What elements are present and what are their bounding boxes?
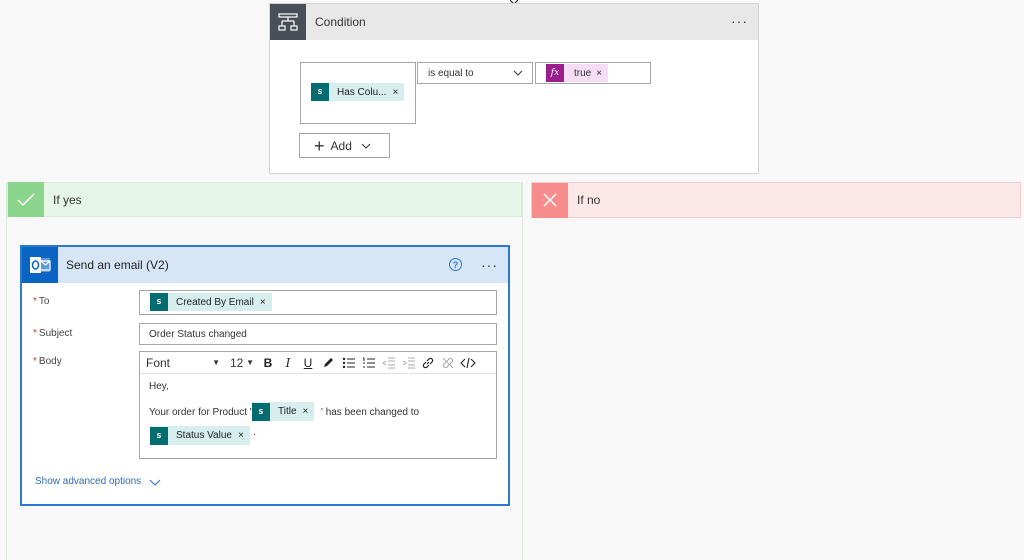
unlink-icon	[442, 357, 454, 368]
created-by-email-token[interactable]: S Created By Email ×	[150, 293, 272, 311]
remove-token-icon[interactable]: ×	[260, 297, 272, 308]
add-button[interactable]: + Add	[299, 133, 390, 158]
body-line-2-suffix: ' has been changed to	[321, 407, 420, 418]
operator-value: is equal to	[428, 67, 474, 79]
decrease-indent-button[interactable]	[378, 353, 398, 373]
subject-input[interactable]: Order Status changed	[139, 323, 497, 345]
pen-icon	[324, 357, 333, 367]
right-operand-input[interactable]: fx true ×	[535, 62, 651, 84]
subject-label-text: Subject	[38, 328, 73, 339]
subject-value: Order Status changed	[149, 329, 247, 340]
outdent-icon	[381, 357, 395, 368]
plus-icon: +	[314, 135, 325, 156]
caret-down-icon: ▼	[212, 358, 220, 367]
status-value-token[interactable]: S Status Value ×	[150, 426, 250, 445]
show-advanced-label: Show advanced options	[35, 476, 142, 487]
token-label: true	[574, 67, 592, 79]
font-select[interactable]: Font ▼	[140, 356, 226, 370]
email-title: Send an email (V2)	[66, 258, 169, 272]
email-header[interactable]: Send an email (V2) ? ···	[22, 247, 508, 283]
if-yes-header[interactable]: If yes	[7, 182, 522, 217]
chevron-down-icon	[149, 479, 161, 486]
check-icon	[8, 182, 44, 217]
sharepoint-icon: S	[311, 83, 329, 101]
token-label: Title	[278, 406, 297, 417]
remove-token-icon[interactable]: ×	[238, 430, 250, 441]
if-no-label: If no	[577, 193, 601, 207]
if-no-header[interactable]: If no	[531, 182, 1021, 218]
numbered-list-button[interactable]	[358, 353, 378, 373]
close-icon	[532, 182, 568, 218]
bold-button[interactable]: B	[258, 353, 278, 373]
token-label: Has Colu...	[337, 86, 387, 98]
link-icon	[422, 357, 434, 368]
to-label-text: To	[38, 296, 50, 307]
add-label: Add	[330, 138, 352, 153]
condition-icon	[270, 4, 306, 40]
body-line-2-prefix: Your order for Product '	[149, 407, 252, 418]
caret-down-icon: ▼	[246, 358, 254, 367]
to-label: * To	[33, 296, 49, 307]
indent-icon	[402, 357, 415, 368]
sharepoint-icon: S	[150, 426, 168, 445]
chevron-down-icon	[361, 143, 371, 149]
fx-icon: fx	[546, 64, 564, 82]
underline-button[interactable]: U	[298, 353, 318, 373]
required-mark: *	[33, 356, 37, 367]
body-label: * Body	[33, 356, 62, 367]
italic-button[interactable]: I	[278, 353, 298, 373]
sharepoint-icon: S	[252, 402, 270, 421]
help-icon[interactable]: ?	[449, 258, 462, 271]
email-more-icon[interactable]: ···	[481, 258, 498, 272]
pen-color-button[interactable]	[318, 353, 338, 373]
insert-link-button[interactable]	[418, 353, 438, 373]
subject-label: * Subject	[33, 328, 72, 339]
title-token[interactable]: S Title ×	[252, 402, 315, 421]
token-label: Status Value	[176, 430, 232, 441]
rich-text-toolbar: Font ▼ 12 ▼ B I U	[140, 352, 496, 374]
send-email-card: Send an email (V2) ? ··· * To S Created B…	[20, 245, 510, 506]
required-mark: *	[33, 328, 37, 339]
code-view-button[interactable]	[458, 353, 478, 373]
font-value: Font	[146, 355, 171, 370]
chevron-down-icon	[513, 70, 523, 76]
required-mark: *	[33, 296, 37, 307]
show-advanced-options-link[interactable]: Show advanced options	[35, 476, 161, 487]
body-editor[interactable]: Font ▼ 12 ▼ B I U Hey, Your order for Pr…	[139, 351, 497, 459]
condition-more-icon[interactable]: ···	[731, 14, 748, 28]
outlook-icon	[22, 247, 58, 283]
body-line-2: Your order for Product ' S Title × ' has…	[149, 389, 489, 421]
remove-token-icon[interactable]: ×	[596, 68, 608, 79]
to-input[interactable]: S Created By Email ×	[139, 290, 497, 315]
left-operand-input[interactable]: S Has Colu... ×	[300, 62, 416, 124]
sharepoint-icon: S	[150, 293, 168, 311]
font-size-value: 12	[230, 355, 244, 370]
body-label-text: Body	[38, 356, 62, 367]
remove-link-button[interactable]	[438, 353, 458, 373]
condition-title: Condition	[315, 15, 366, 29]
bulleted-list-button[interactable]	[338, 353, 358, 373]
condition-header[interactable]: Condition ···	[270, 4, 758, 40]
token-label: Created By Email	[176, 296, 254, 308]
true-expression-token[interactable]: fx true ×	[546, 64, 609, 82]
condition-card: Condition ··· S Has Colu... × is equal t…	[269, 3, 759, 174]
remove-token-icon[interactable]: ×	[303, 406, 315, 417]
if-yes-label: If yes	[53, 192, 82, 207]
numbered-list-icon	[362, 357, 375, 367]
code-icon	[460, 357, 476, 368]
increase-indent-button[interactable]	[398, 353, 418, 373]
operator-select[interactable]: is equal to	[417, 62, 533, 84]
font-size-select[interactable]: 12 ▼	[226, 356, 258, 370]
bullet-list-icon	[342, 357, 355, 368]
body-line-3-suffix: ·	[253, 429, 257, 440]
remove-token-icon[interactable]: ×	[392, 87, 404, 98]
has-column-token[interactable]: S Has Colu... ×	[311, 83, 405, 101]
